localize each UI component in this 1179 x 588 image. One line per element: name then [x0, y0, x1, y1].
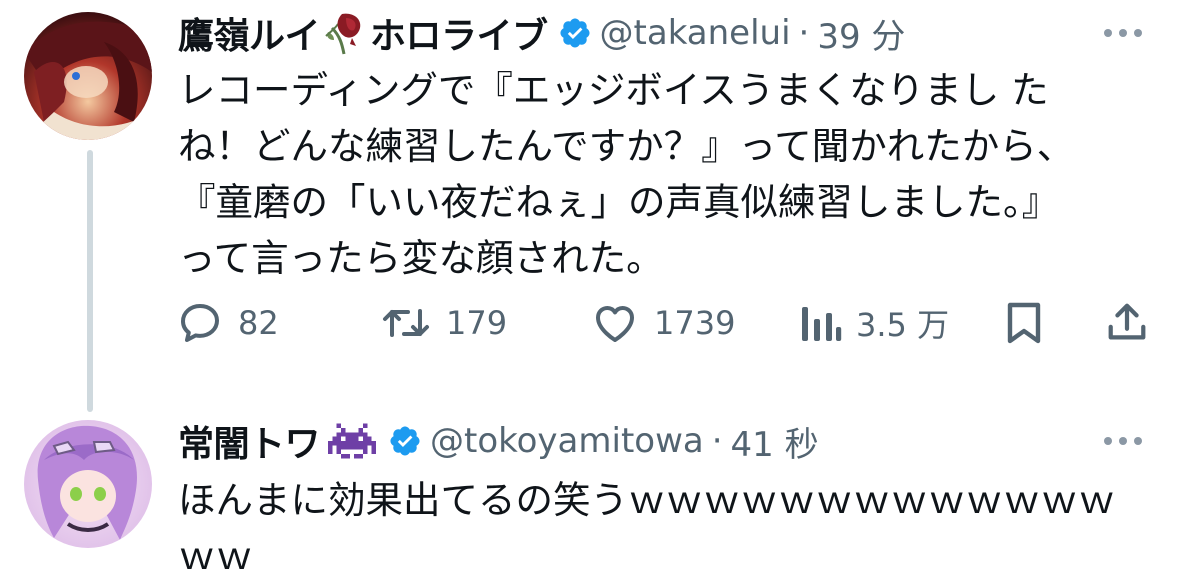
- views-icon: [802, 307, 842, 341]
- bookmark-icon: [1007, 302, 1041, 344]
- handle[interactable]: @takanelui: [600, 13, 791, 53]
- verified-badge-icon: [388, 424, 422, 458]
- tweet-text: レコーディングで『エッジボイスうまくなりまし た ね！どんな練習したんですか？』…: [178, 68, 1075, 280]
- retweet-icon: [383, 309, 429, 337]
- view-count: 3.5 万: [856, 306, 950, 344]
- retweet-button[interactable]: 179: [380, 294, 507, 352]
- share-icon: [1108, 303, 1146, 340]
- thread-line: [87, 150, 93, 412]
- timestamp[interactable]: 39 分: [817, 9, 905, 58]
- avatar-image: [24, 420, 152, 548]
- display-name[interactable]: 常闇トワ: [178, 415, 321, 467]
- separator: ·: [711, 421, 723, 461]
- views-button[interactable]: 3.5 万: [798, 294, 949, 352]
- timestamp[interactable]: 41 秒: [731, 417, 819, 466]
- wilted-rose-icon: [322, 10, 368, 56]
- like-count: 1739: [654, 304, 736, 342]
- like-button[interactable]: 1739: [590, 294, 735, 352]
- tweet-header: 常闇トワ @tokoyamitowa · 41 秒: [178, 416, 819, 466]
- tweet-header: 鷹嶺ルイ ホロライブ @takanelui · 39 分: [178, 8, 905, 58]
- avatar-takanelui[interactable]: [24, 12, 152, 140]
- verified-badge-icon: [558, 16, 592, 50]
- tweet-actions: 82 179 1739 3.5 万: [176, 294, 1156, 352]
- tweet-text: ほんまに効果出てるの笑うｗｗｗｗｗｗｗｗｗｗｗｗｗ ｗｗ: [178, 478, 1116, 578]
- reply-icon: [181, 304, 219, 342]
- display-name[interactable]: 鷹嶺ルイ: [178, 7, 321, 59]
- display-name-suffix[interactable]: ホロライブ: [370, 7, 548, 59]
- avatar-tokoyamitowa[interactable]: [24, 420, 152, 548]
- bookmark-button[interactable]: [1002, 294, 1046, 352]
- reply-button[interactable]: 82: [176, 294, 279, 352]
- heart-icon: [596, 306, 634, 342]
- more-options-icon[interactable]: [1104, 29, 1142, 37]
- space-invader-icon: [328, 421, 377, 461]
- reply-count: 82: [238, 304, 279, 342]
- retweet-count: 179: [446, 304, 508, 342]
- more-options-icon[interactable]: [1104, 437, 1142, 445]
- avatar-image: [24, 12, 152, 140]
- handle[interactable]: @tokoyamitowa: [430, 421, 704, 461]
- share-button[interactable]: [1104, 294, 1150, 352]
- separator: ·: [798, 13, 810, 53]
